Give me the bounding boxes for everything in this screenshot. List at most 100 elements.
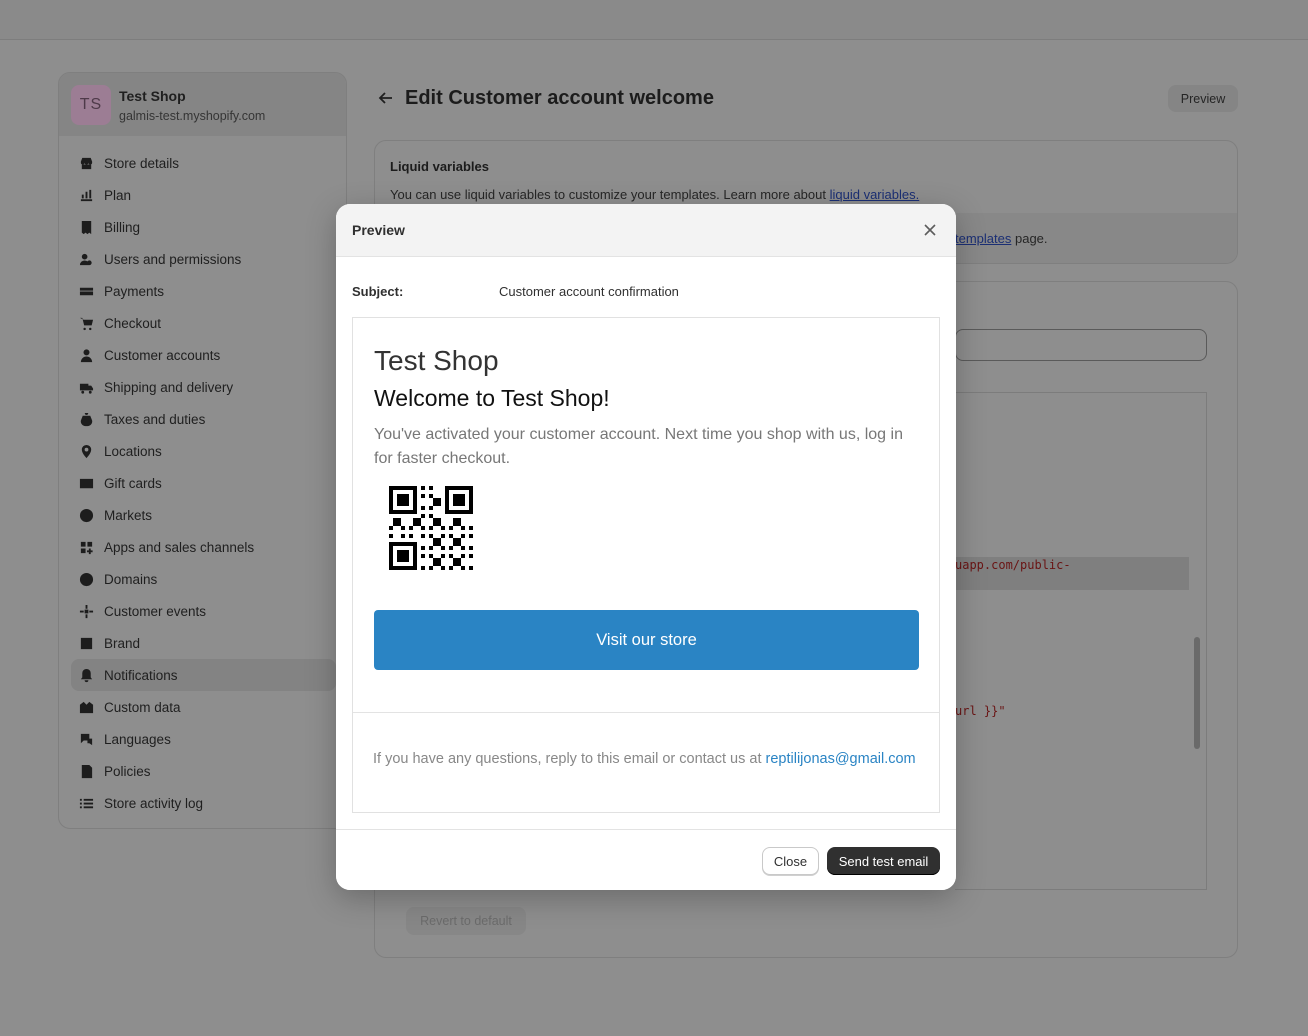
code-line: uapp.com/public- [955,558,1071,572]
sidebar-item-label: Notifications [104,667,178,683]
sidebar-item-label: Domains [104,571,158,587]
sidebar-item-label: Apps and sales channels [104,539,255,555]
preview-modal: Preview Subject: Customer account confir… [336,204,956,890]
sidebar-item-label: Brand [104,635,141,651]
sidebar-item-label: Locations [104,443,162,459]
sidebar-item-label: Languages [104,731,171,747]
sidebar-item-label: Shipping and delivery [104,379,234,395]
card-text: You can use liquid variables to customiz… [390,187,830,202]
email-preview: Test Shop Welcome to Test Shop! You've a… [352,317,940,813]
send-test-email-button[interactable]: Send test email [827,847,940,875]
sidebar-item-label: Custom data [104,699,181,715]
modal-title: Preview [352,222,405,238]
shop-domain: galmis-test.myshopify.com [119,109,266,123]
sidebar-item-markets[interactable]: Markets [71,499,336,531]
sidebar-item-label: Billing [104,219,141,235]
billing-icon [78,219,94,235]
close-button[interactable]: Close [762,847,819,875]
email-footer: If you have any questions, reply to this… [373,751,916,767]
avatar: TS [71,85,111,125]
shop-header[interactable]: TS Test Shop galmis-test.myshopify.com [59,73,346,136]
sidebar-item-apps-and-sales-channels[interactable]: Apps and sales channels [71,531,336,563]
templates-link[interactable]: templates [955,231,1011,246]
sidebar-item-plan[interactable]: Plan [71,179,336,211]
location-icon [78,443,94,459]
card-description: You can use liquid variables to customiz… [390,187,919,202]
sidebar-item-store-details[interactable]: Store details [71,147,336,179]
sidebar-item-label: Users and permissions [104,251,242,267]
sidebar-item-store-activity-log[interactable]: Store activity log [71,787,336,819]
settings-sidebar: TS Test Shop galmis-test.myshopify.com S… [58,72,347,829]
sidebar-item-locations[interactable]: Locations [71,435,336,467]
scrollbar[interactable] [1194,637,1200,749]
list-icon [78,795,94,811]
back-arrow-icon[interactable] [377,89,395,107]
contact-email-link[interactable]: reptilijonas@gmail.com [766,751,916,767]
page-header: Edit Customer account welcome [377,84,714,112]
sidebar-item-taxes-and-duties[interactable]: Taxes and duties [71,403,336,435]
band-suffix: page. [1011,231,1048,246]
language-icon [78,731,94,747]
policy-icon [78,763,94,779]
apps-icon [78,539,94,555]
brand-icon [78,635,94,651]
liquid-variables-link[interactable]: liquid variables. [830,187,920,202]
subject-label: Subject: [352,284,404,299]
sidebar-item-label: Store details [104,155,180,171]
revert-button[interactable]: Revert to default [406,907,526,935]
sidebar-item-languages[interactable]: Languages [71,723,336,755]
data-icon [78,699,94,715]
email-shop-name: Test Shop [374,345,499,376]
sidebar-item-customer-accounts[interactable]: Customer accounts [71,339,336,371]
sidebar-item-label: Markets [104,507,153,523]
sidebar-item-custom-data[interactable]: Custom data [71,691,336,723]
sidebar-item-label: Checkout [104,315,162,331]
footer-text: If you have any questions, reply to this… [373,751,766,767]
sidebar-item-customer-events[interactable]: Customer events [71,595,336,627]
sidebar-item-policies[interactable]: Policies [71,755,336,787]
plan-icon [78,187,94,203]
events-icon [78,603,94,619]
sidebar-item-label: Customer accounts [104,347,221,363]
visit-store-button[interactable]: Visit our store [374,610,919,670]
sidebar-item-brand[interactable]: Brand [71,627,336,659]
tax-icon [78,411,94,427]
settings-nav: Store details Plan Billing Users and permis… [59,147,346,819]
domains-icon [78,571,94,587]
sidebar-item-label: Gift cards [104,475,162,491]
sidebar-item-label: Store activity log [104,795,204,811]
close-icon[interactable] [920,220,940,240]
sidebar-item-label: Payments [104,283,165,299]
payments-icon [78,283,94,299]
sidebar-item-label: Policies [104,763,151,779]
preview-button[interactable]: Preview [1168,85,1238,112]
sidebar-item-domains[interactable]: Domains [71,563,336,595]
divider [353,712,939,713]
subject-input[interactable] [955,329,1207,361]
sidebar-item-label: Plan [104,187,132,203]
bell-icon [78,667,94,683]
sidebar-item-label: Taxes and duties [104,411,206,427]
users-icon [78,251,94,267]
sidebar-item-notifications[interactable]: Notifications [71,659,336,691]
person-icon [78,347,94,363]
modal-header: Preview [336,204,956,257]
sidebar-item-shipping-and-delivery[interactable]: Shipping and delivery [71,371,336,403]
shop-name: Test Shop [119,88,186,104]
email-heading: Welcome to Test Shop! [374,385,610,411]
qr-code-icon [389,486,473,570]
truck-icon [78,379,94,395]
code-line: url }}" [955,704,1006,718]
code-editor[interactable] [955,392,1207,890]
modal-footer: Close Send test email [336,829,956,890]
sidebar-item-checkout[interactable]: Checkout [71,307,336,339]
sidebar-item-users-and-permissions[interactable]: Users and permissions [71,243,336,275]
gift-card-icon [78,475,94,491]
top-bar [0,0,1308,40]
sidebar-item-billing[interactable]: Billing [71,211,336,243]
sidebar-item-payments[interactable]: Payments [71,275,336,307]
cart-icon [78,315,94,331]
subject-value: Customer account confirmation [499,284,679,299]
globe-icon [78,507,94,523]
sidebar-item-gift-cards[interactable]: Gift cards [71,467,336,499]
